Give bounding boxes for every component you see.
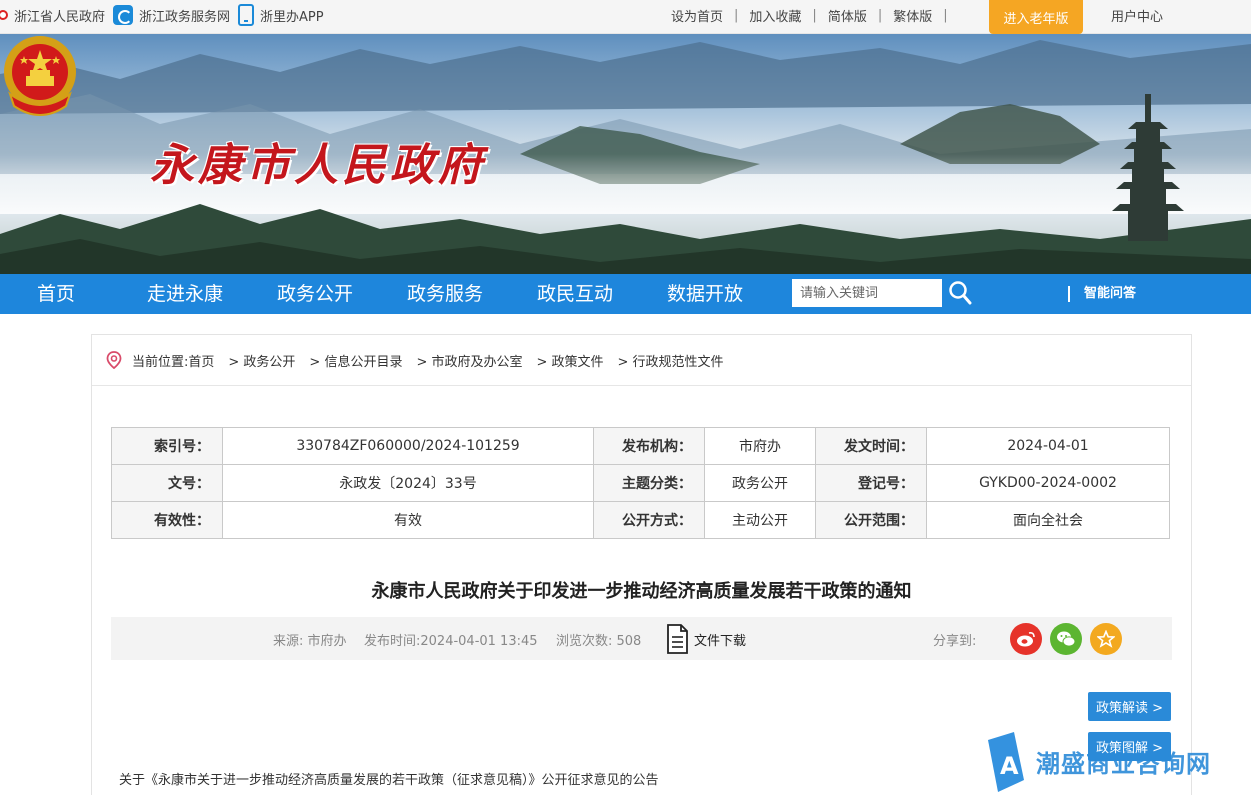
search-icon[interactable] [948,280,972,306]
content-panel: 当前位置:首页 > 政务公开 > 信息公开目录 > 市政府及办公室 > 政策文件… [91,334,1192,795]
related-notice-link[interactable]: 关于《永康市关于进一步推动经济高质量发展的若干政策（征求意见稿）》公开征求意见的… [119,769,659,788]
meta-value: 市府办 [704,427,816,465]
document-icon[interactable] [666,624,688,654]
meta-value: 2024-04-01 [926,427,1170,465]
meta-value: 面向全社会 [926,501,1170,539]
phone-icon [238,4,255,26]
meta-value: 政务公开 [704,464,816,502]
location-pin-icon [106,351,122,369]
meta-value: 永政发〔2024〕33号 [222,464,594,502]
wechat-icon[interactable] [1050,623,1082,655]
link-zheliban-app-label: 浙里办APP [260,9,324,25]
nav-interaction[interactable]: 政民互动 [537,274,613,314]
nav-divider [1068,286,1070,302]
link-zhejiang-gov[interactable]: 浙江省人民政府 [0,6,105,25]
meta-label: 索引号： [111,427,223,465]
breadcrumb-gov-office[interactable]: > 市政府及办公室 [416,351,522,370]
meta-label: 公开方式： [593,501,705,539]
link-zhejiang-gov-label: 浙江省人民政府 [14,9,106,25]
meta-value: GYKD00-2024-0002 [926,464,1170,502]
zhejiang-gov-icon [0,10,8,20]
smart-qa-link[interactable]: 智能问答 [1084,274,1136,314]
meta-value: 330784ZF060000/2024-101259 [222,427,594,465]
document-metadata-table: 索引号： 330784ZF060000/2024-101259 发布机构： 市府… [111,427,1170,539]
link-zhejiang-service-label: 浙江政务服务网 [139,9,231,25]
add-favorite-link[interactable]: 加入收藏 [738,6,812,25]
meta-label: 文号： [111,464,223,502]
meta-label: 有效性： [111,501,223,539]
meta-label: 登记号： [815,464,927,502]
breadcrumb-regulatory-docs[interactable]: > 行政规范性文件 [618,351,724,370]
svg-text:A: A [1000,752,1019,780]
article-info-bar: 来源: 市府办 发布时间:2024-04-01 13:45 浏览次数: 508 … [111,617,1172,660]
set-homepage-link[interactable]: 设为首页 [660,6,734,25]
policy-interpret-button[interactable]: 政策解读 > [1088,692,1171,721]
link-zheliban-app[interactable]: 浙里办APP [238,4,324,26]
breadcrumb-home[interactable]: 当前位置:首页 [132,351,214,370]
file-download-link[interactable]: 文件下载 [694,630,746,649]
pagoda-icon [1112,94,1184,241]
article-views: 浏览次数: 508 [556,634,642,649]
table-row: 索引号： 330784ZF060000/2024-101259 发布机构： 市府… [111,427,1170,465]
nav-open-data[interactable]: 数据开放 [667,274,743,314]
meta-label: 公开范围： [815,501,927,539]
top-links-right: 设为首页 | 加入收藏 | 简体版 | 繁体版 | [660,0,948,30]
share-label: 分享到: [933,634,977,649]
search-input[interactable] [792,279,942,307]
main-nav: 首页 走进永康 政务公开 政务服务 政民互动 数据开放 智能问答 [0,274,1251,314]
breadcrumb-gov-affairs[interactable]: > 政务公开 [228,351,295,370]
elder-mode-button[interactable]: 进入老年版 [989,0,1083,34]
nav-about-yongkang[interactable]: 走进永康 [147,274,223,314]
meta-label: 主题分类： [593,464,705,502]
meta-label: 发布机构： [593,427,705,465]
top-utility-bar: 浙江省人民政府 浙江政务服务网 浙里办APP 设为首页 | 加入收藏 | 简体版… [0,0,1251,34]
site-title: 永康市人民政府 [150,140,486,191]
weibo-icon[interactable] [1010,623,1042,655]
nav-gov-services[interactable]: 政务服务 [407,274,483,314]
article-published: 发布时间:2024-04-01 13:45 [364,634,538,649]
meta-label: 发文时间： [815,427,927,465]
breadcrumb-policy-docs[interactable]: > 政策文件 [536,351,603,370]
top-links-left: 浙江省人民政府 浙江政务服务网 浙里办APP [0,0,324,30]
simplified-link[interactable]: 简体版 [817,6,878,25]
traditional-link[interactable]: 繁体版 [882,6,943,25]
meta-value: 主动公开 [704,501,816,539]
link-zhejiang-service[interactable]: 浙江政务服务网 [113,5,230,25]
table-row: 文号： 永政发〔2024〕33号 主题分类： 政务公开 登记号： GYKD00-… [111,464,1170,502]
zhejiang-service-icon [113,5,134,25]
article-source: 来源: 市府办 [273,634,347,649]
national-emblem-icon [4,36,76,116]
breadcrumb: 当前位置:首页 > 政务公开 > 信息公开目录 > 市政府及办公室 > 政策文件… [92,335,1191,386]
nav-home[interactable]: 首页 [37,274,75,314]
star-glyph [1097,630,1115,648]
watermark-text: 潮盛商业咨询网 [1036,750,1211,778]
meta-value: 有效 [222,501,594,539]
favorite-icon[interactable] [1090,623,1122,655]
nav-gov-affairs-open[interactable]: 政务公开 [277,274,353,314]
header-banner: 永康市人民政府 [0,34,1251,274]
breadcrumb-info-catalog[interactable]: > 信息公开目录 [309,351,402,370]
user-center-link[interactable]: 用户中心 [1111,6,1163,25]
table-row: 有效性： 有效 公开方式： 主动公开 公开范围： 面向全社会 [111,501,1170,539]
weibo-glyph [1017,632,1035,647]
separator: | [943,7,948,23]
wechat-glyph [1057,631,1076,647]
article-title: 永康市人民政府关于印发进一步推动经济高质量发展若干政策的通知 [371,581,912,602]
